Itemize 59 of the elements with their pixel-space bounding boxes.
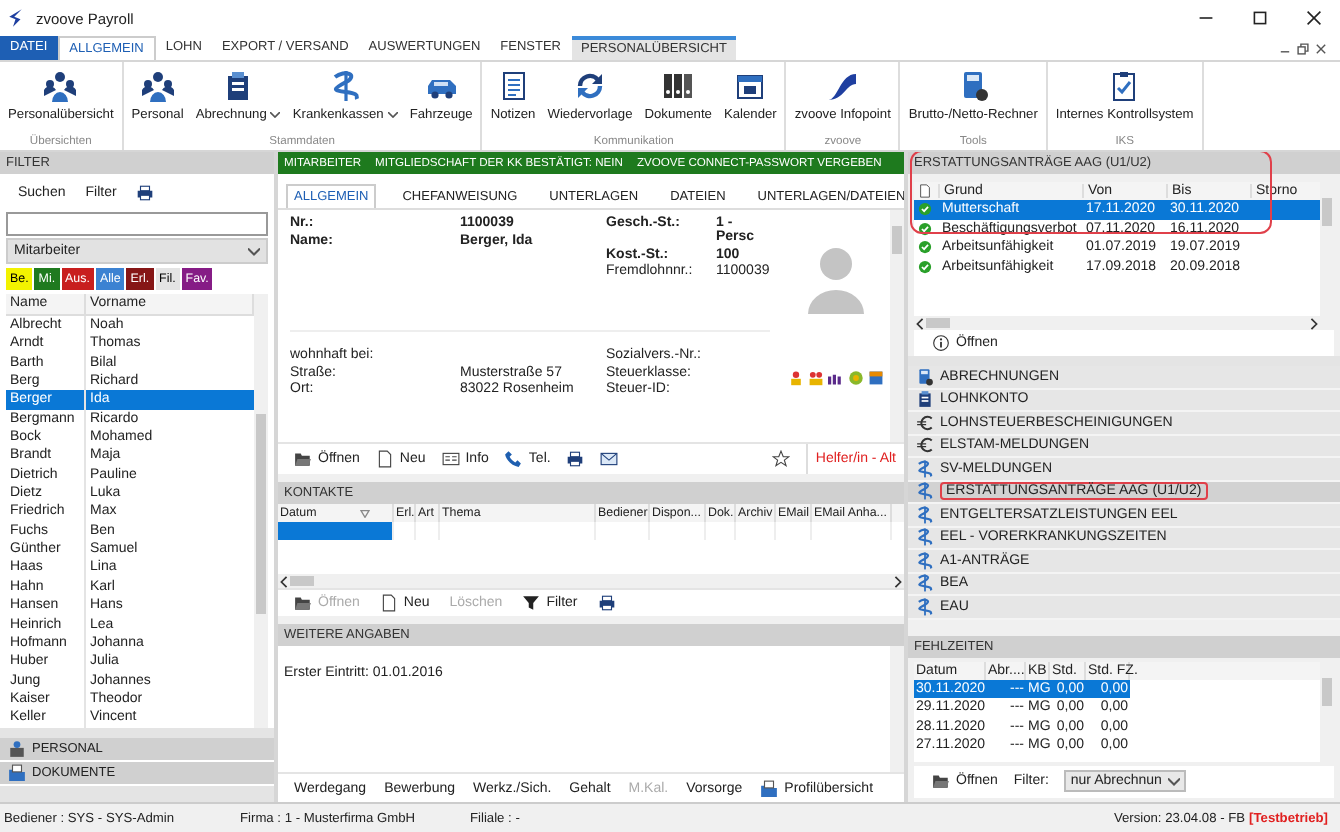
printer-icon[interactable]: [597, 594, 616, 612]
medical-staff-icon: [916, 597, 934, 616]
caret-icon[interactable]: [270, 112, 281, 118]
restore-icon[interactable]: [1296, 41, 1310, 55]
clipboard-icon: [1108, 70, 1141, 102]
euro-icon: [916, 436, 934, 455]
refresh-icon: [573, 70, 606, 102]
maximize-icon[interactable]: [1252, 10, 1268, 26]
swoosh-icon: [826, 70, 859, 102]
bars-icon[interactable]: [828, 370, 844, 386]
binder-icon: [662, 70, 695, 102]
caret-icon[interactable]: [1167, 777, 1180, 785]
people-icon[interactable]: [808, 370, 824, 386]
scroll-thumb[interactable]: [926, 318, 950, 328]
medical-staff-icon: [916, 551, 934, 570]
folder-icon: [8, 763, 26, 782]
person-icon[interactable]: [788, 370, 804, 386]
medical-staff-icon: [916, 459, 934, 478]
scrollbar[interactable]: [890, 210, 904, 442]
calculator-icon: [916, 367, 934, 386]
filter-icon: [522, 594, 541, 612]
calendar-icon: [734, 70, 767, 102]
phone-icon: [504, 450, 523, 468]
sort-icon[interactable]: [360, 509, 371, 517]
printer-icon[interactable]: [566, 450, 585, 468]
medical-staff-icon: [916, 574, 934, 593]
caret-icon[interactable]: [387, 112, 398, 118]
folder-icon: [294, 450, 312, 468]
printer-icon[interactable]: [136, 184, 155, 202]
document-icon: [760, 779, 779, 797]
folder-icon: [932, 772, 950, 790]
euro-icon: [916, 413, 934, 432]
close-icon[interactable]: [1314, 41, 1328, 55]
people-icon: [141, 70, 174, 102]
caret-icon[interactable]: [248, 247, 260, 255]
search-field[interactable]: [6, 212, 268, 236]
medical-staff-icon: [329, 70, 362, 102]
scrollbar[interactable]: [890, 646, 904, 772]
document-icon: [375, 450, 394, 468]
scrollbar[interactable]: [278, 574, 904, 588]
people-icon: [44, 70, 77, 102]
scrollbar[interactable]: [914, 316, 1320, 330]
notepad-icon: [497, 70, 530, 102]
medical-staff-icon: [916, 505, 934, 524]
scrollbar[interactable]: [1320, 661, 1334, 761]
scrollbar[interactable]: [254, 294, 268, 728]
selected-cell[interactable]: [278, 522, 394, 540]
close-icon[interactable]: [1306, 10, 1322, 26]
medical-staff-icon: [916, 482, 934, 501]
person-icon: [8, 739, 26, 758]
card-icon: [441, 450, 460, 468]
scroll-thumb[interactable]: [290, 576, 314, 586]
folder-icon: [294, 594, 312, 612]
logo-icon: [8, 8, 28, 28]
ledger-icon: [916, 390, 934, 409]
tile-icon[interactable]: [868, 370, 884, 386]
star-icon[interactable]: [771, 450, 790, 468]
mail-icon[interactable]: [600, 450, 619, 468]
medical-staff-icon: [916, 528, 934, 547]
